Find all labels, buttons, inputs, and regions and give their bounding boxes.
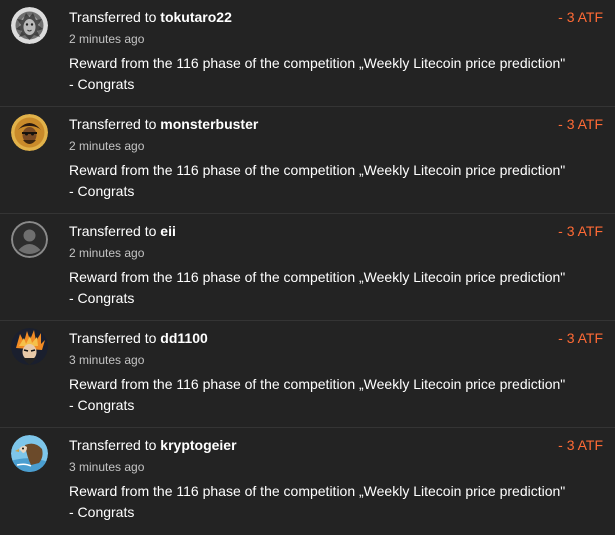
- transfer-amount: - 3 ATF: [558, 437, 603, 453]
- anime-avatar-icon[interactable]: [11, 328, 48, 365]
- transaction-feed: Transferred to tokutaro22 2 minutes ago …: [0, 0, 615, 525]
- transaction-row: Transferred to kryptogeier 3 minutes ago…: [0, 428, 615, 535]
- transfer-amount: - 3 ATF: [558, 116, 603, 132]
- transfer-description: Reward from the 116 phase of the competi…: [69, 483, 566, 520]
- transfer-title: Transferred to tokutaro22: [69, 9, 232, 26]
- timestamp: 2 minutes ago: [69, 246, 145, 260]
- transfer-amount: - 3 ATF: [558, 330, 603, 346]
- timestamp: 3 minutes ago: [69, 353, 145, 367]
- transfer-title: Transferred to dd1100: [69, 330, 208, 347]
- vulture-avatar-icon[interactable]: [11, 435, 48, 472]
- transfer-prefix: Transferred to: [69, 437, 157, 453]
- recipient-username[interactable]: dd1100: [160, 330, 207, 346]
- lion-avatar-icon[interactable]: [11, 7, 48, 44]
- transfer-amount: - 3 ATF: [558, 223, 603, 239]
- transfer-prefix: Transferred to: [69, 116, 157, 132]
- timestamp: 3 minutes ago: [69, 460, 145, 474]
- transfer-description: Reward from the 116 phase of the competi…: [69, 162, 566, 199]
- recipient-username[interactable]: eii: [160, 223, 176, 239]
- transfer-prefix: Transferred to: [69, 330, 157, 346]
- recipient-username[interactable]: kryptogeier: [160, 437, 236, 453]
- transfer-prefix: Transferred to: [69, 223, 157, 239]
- recipient-username[interactable]: tokutaro22: [160, 9, 232, 25]
- transaction-row: Transferred to dd1100 3 minutes ago Rewa…: [0, 321, 615, 428]
- transfer-title: Transferred to monsterbuster: [69, 116, 258, 133]
- transaction-row: Transferred to eii 2 minutes ago Reward …: [0, 214, 615, 321]
- transfer-title: Transferred to kryptogeier: [69, 437, 237, 454]
- transfer-prefix: Transferred to: [69, 9, 157, 25]
- transfer-description: Reward from the 116 phase of the competi…: [69, 269, 566, 306]
- pirate-avatar-icon[interactable]: [11, 114, 48, 151]
- transfer-description: Reward from the 116 phase of the competi…: [69, 376, 566, 413]
- recipient-username[interactable]: monsterbuster: [160, 116, 258, 132]
- transfer-amount: - 3 ATF: [558, 9, 603, 25]
- default-user-avatar-icon[interactable]: [11, 221, 48, 258]
- transaction-row: Transferred to monsterbuster 2 minutes a…: [0, 107, 615, 214]
- transfer-description: Reward from the 116 phase of the competi…: [69, 55, 566, 92]
- transfer-title: Transferred to eii: [69, 223, 176, 240]
- timestamp: 2 minutes ago: [69, 139, 145, 153]
- timestamp: 2 minutes ago: [69, 32, 145, 46]
- transaction-row: Transferred to tokutaro22 2 minutes ago …: [0, 0, 615, 107]
